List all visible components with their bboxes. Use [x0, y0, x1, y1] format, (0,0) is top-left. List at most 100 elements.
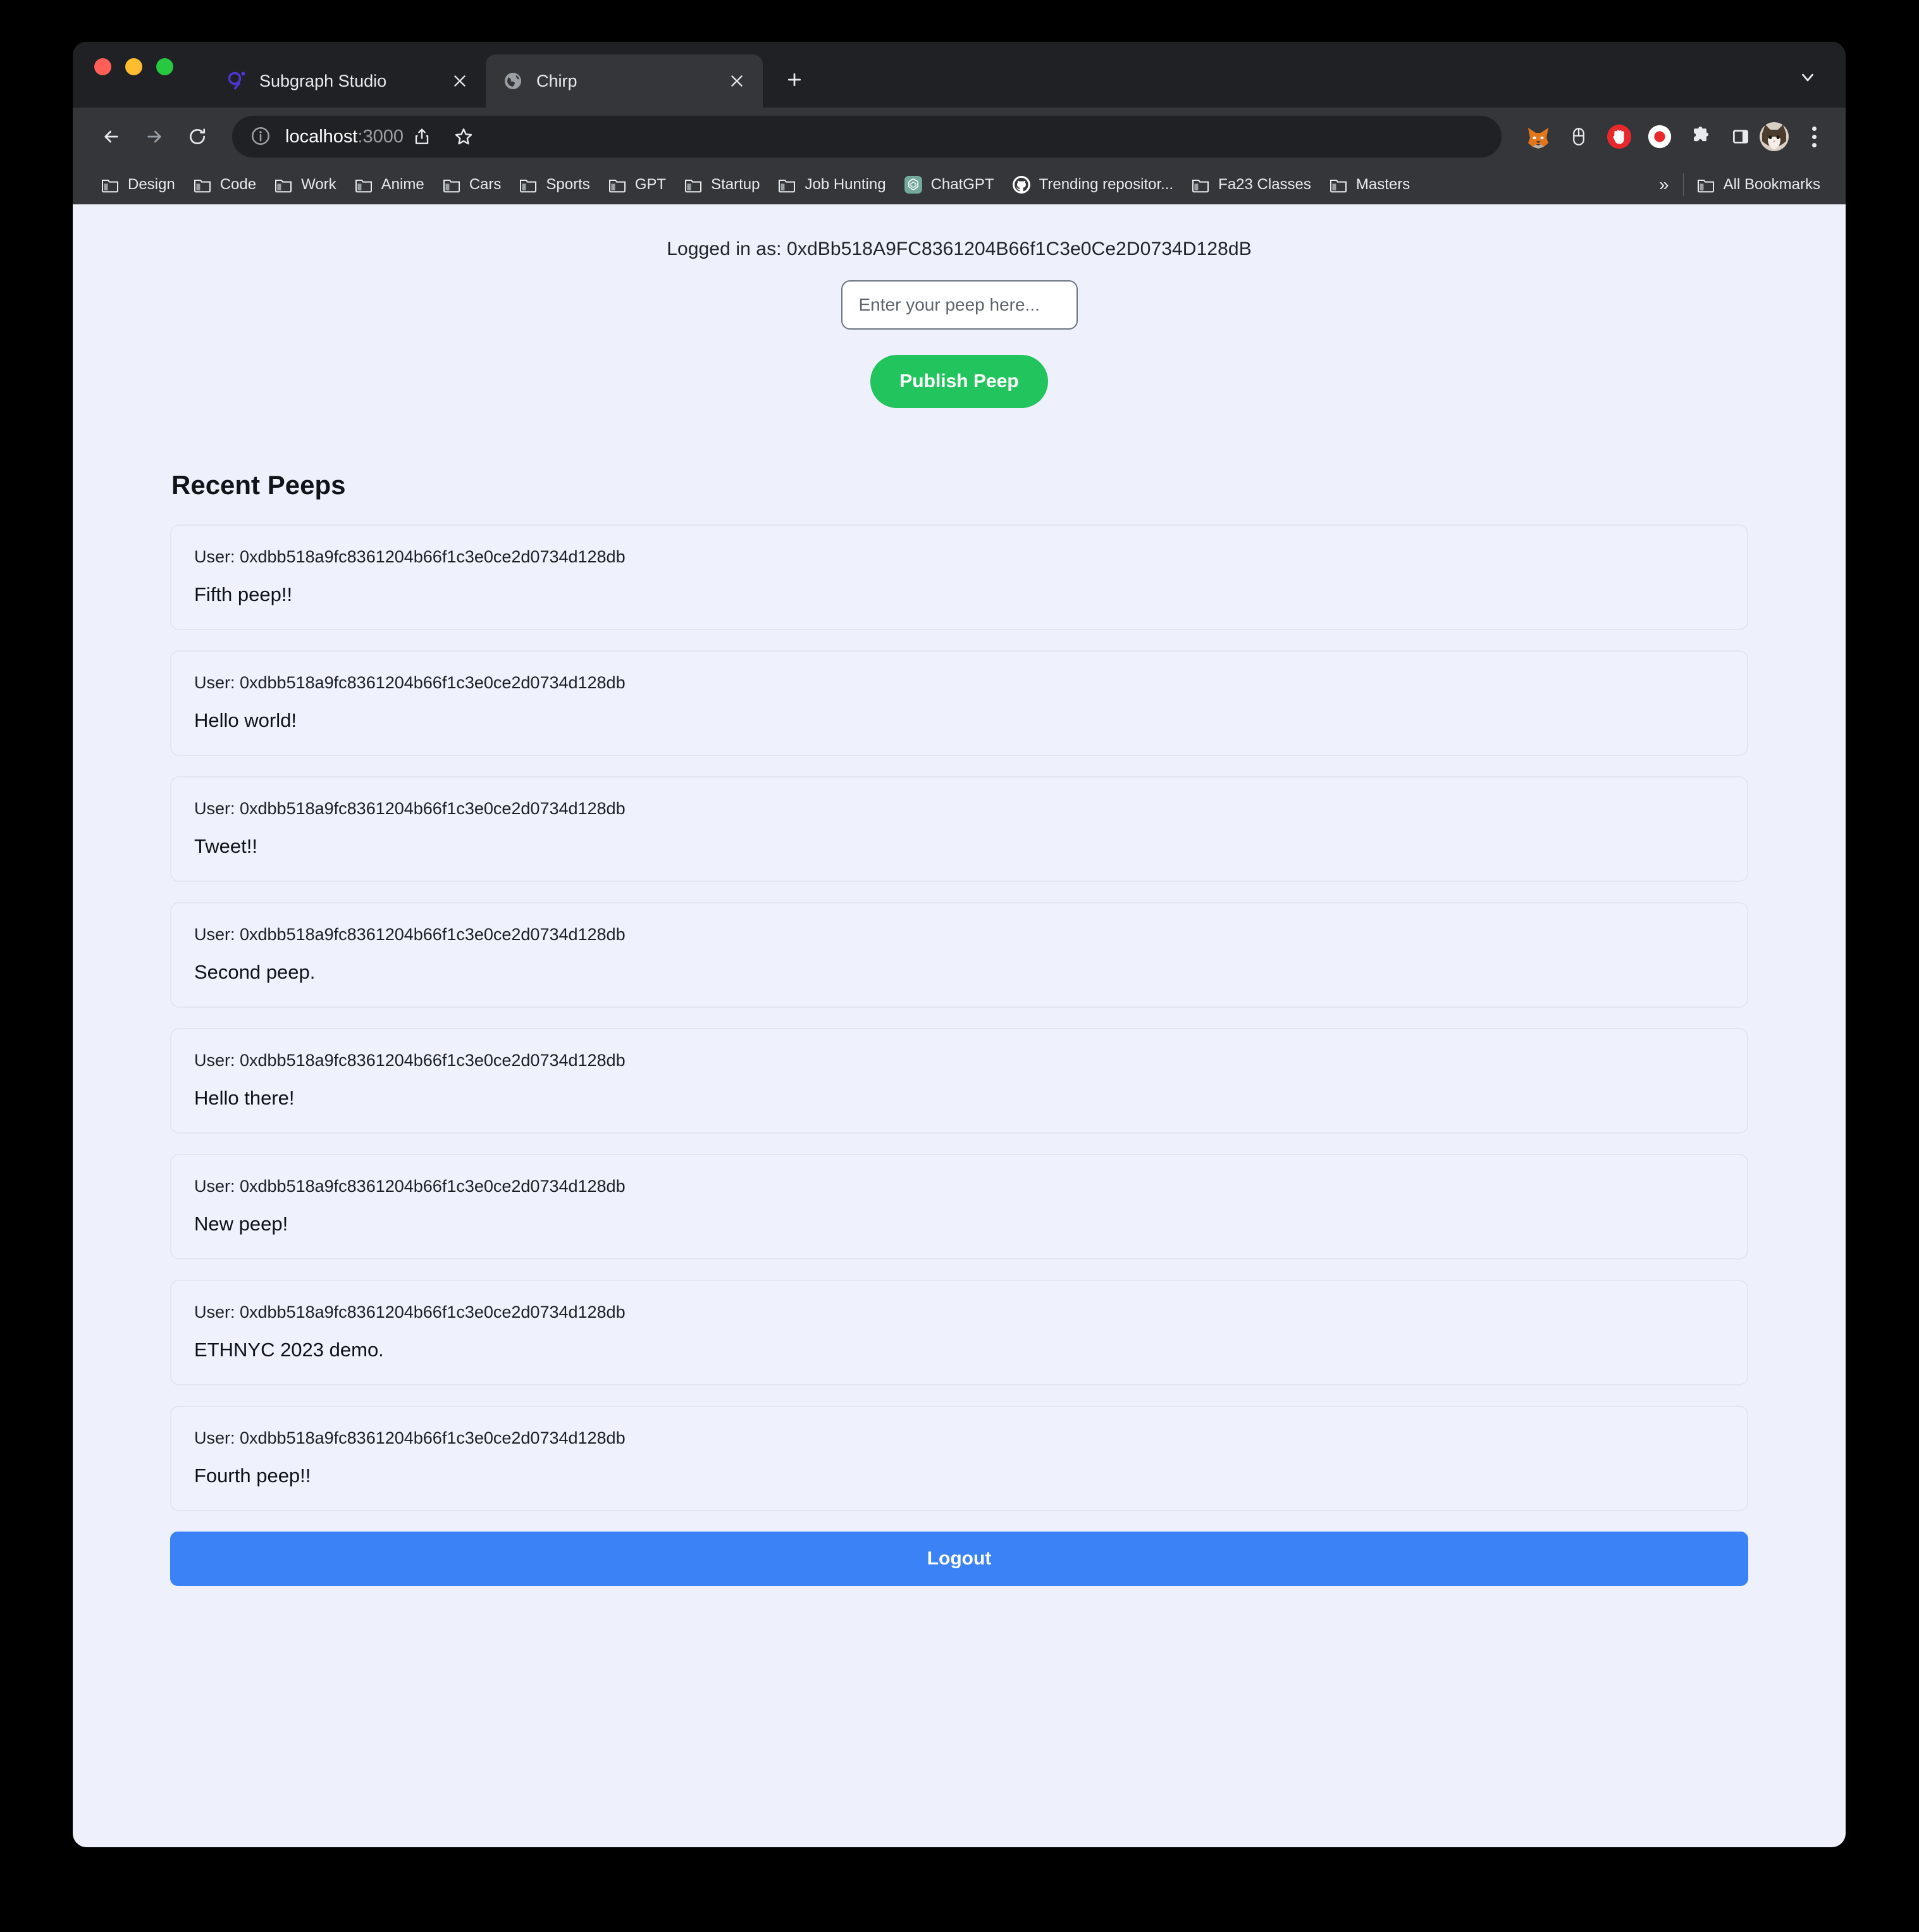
forward-button[interactable]: [135, 117, 174, 156]
bookmark-label: Sports: [546, 176, 590, 193]
back-button[interactable]: [92, 117, 131, 156]
folder-icon: [193, 175, 212, 194]
bookmark-label: GPT: [634, 176, 667, 193]
bookmark-work[interactable]: Work: [265, 170, 345, 199]
metamask-fox-icon[interactable]: [1523, 121, 1553, 152]
peep-user: User: 0xdbb518a9fc8361204b66f1c3e0ce2d07…: [194, 673, 626, 692]
bookmark-label: ChatGPT: [930, 176, 994, 193]
bookmark-label: Fa23 Classes: [1218, 176, 1311, 193]
tab-title: Subgraph Studio: [259, 71, 387, 90]
url-text: localhost:3000: [285, 127, 404, 147]
star-icon[interactable]: [445, 118, 482, 155]
bookmark-masters[interactable]: Masters: [1320, 170, 1419, 199]
peep-content: Hello there!: [194, 1087, 295, 1109]
close-icon[interactable]: [725, 69, 749, 93]
bookmark-job-hunting[interactable]: Job Hunting: [768, 170, 894, 199]
peep-card: User: 0xdbb518a9fc8361204b66f1c3e0ce2d07…: [170, 524, 1748, 630]
bookmark-design[interactable]: Design: [92, 170, 184, 199]
bookmark-label: Code: [219, 176, 257, 193]
logout-button[interactable]: Logout: [170, 1532, 1748, 1586]
logged-in-status: Logged in as: 0xdBb518A9FC8361204B66f1C3…: [667, 238, 1252, 259]
three-dot-menu-icon[interactable]: [1799, 121, 1829, 152]
adblock-hand-icon[interactable]: [1604, 121, 1634, 152]
graph-logo-icon: [225, 70, 247, 92]
close-window-button[interactable]: [94, 58, 111, 75]
record-dot-icon[interactable]: [1644, 121, 1675, 152]
peep-user: User: 0xdbb518a9fc8361204b66f1c3e0ce2d07…: [194, 925, 626, 944]
address-bar[interactable]: localhost:3000: [232, 116, 1502, 158]
folder-icon: [1329, 175, 1348, 194]
menu-dot: [1811, 142, 1817, 147]
window-controls: [94, 42, 173, 108]
peep-input[interactable]: [841, 280, 1078, 330]
menu-dot: [1811, 134, 1817, 139]
folder-icon: [519, 175, 538, 194]
omnibox-actions: [404, 118, 482, 155]
url-host: localhost: [285, 126, 358, 147]
peep-content: Fourth peep!!: [194, 1464, 311, 1487]
bookmark-chatgpt[interactable]: ChatGPT: [895, 170, 1003, 199]
bookmark-cars[interactable]: Cars: [433, 170, 510, 199]
side-panel-icon[interactable]: [1725, 121, 1756, 152]
folder-icon: [684, 175, 703, 194]
bookmark-fa23-classes[interactable]: Fa23 Classes: [1182, 170, 1320, 199]
reload-button[interactable]: [178, 117, 217, 156]
all-bookmarks-button[interactable]: All Bookmarks: [1688, 170, 1829, 199]
peep-user: User: 0xdbb518a9fc8361204b66f1c3e0ce2d07…: [194, 547, 626, 566]
bookmark-startup[interactable]: Startup: [675, 170, 768, 199]
share-icon[interactable]: [404, 118, 440, 155]
peep-card: User: 0xdbb518a9fc8361204b66f1c3e0ce2d07…: [170, 902, 1748, 1008]
peep-card: User: 0xdbb518a9fc8361204b66f1c3e0ce2d07…: [170, 650, 1748, 756]
bookmark-label: Cars: [469, 176, 502, 193]
chevron-down-icon[interactable]: [1791, 61, 1824, 94]
tab-subgraph-studio[interactable]: Subgraph Studio: [209, 54, 486, 108]
new-tab-button[interactable]: [777, 62, 812, 97]
close-icon[interactable]: [448, 69, 472, 93]
globe-icon: [502, 70, 524, 92]
folder-icon: [777, 175, 796, 194]
divider: [1682, 173, 1684, 196]
peep-card: User: 0xdbb518a9fc8361204b66f1c3e0ce2d07…: [170, 1154, 1748, 1260]
peep-card: User: 0xdbb518a9fc8361204b66f1c3e0ce2d07…: [170, 776, 1748, 882]
extension-icons: [1523, 121, 1756, 152]
bookmark-code[interactable]: Code: [184, 170, 265, 199]
folder-icon: [1191, 175, 1210, 194]
publish-peep-button[interactable]: Publish Peep: [870, 355, 1048, 408]
bookmark-gpt[interactable]: GPT: [599, 170, 675, 199]
browser-window: Subgraph Studio Chirp localhost:3000 Des…: [73, 42, 1846, 1847]
info-circle-icon[interactable]: [250, 125, 273, 148]
recent-peeps-section: Recent Peeps User: 0xdbb518a9fc8361204b6…: [170, 408, 1748, 1586]
mouse-icon[interactable]: [1564, 121, 1594, 152]
minimize-window-button[interactable]: [125, 58, 142, 75]
folder-icon: [1696, 175, 1715, 194]
bookmark-label: Job Hunting: [805, 176, 886, 193]
bookmarks-overflow-button[interactable]: »: [1650, 171, 1683, 199]
maximize-window-button[interactable]: [156, 58, 173, 75]
peep-user: User: 0xdbb518a9fc8361204b66f1c3e0ce2d07…: [194, 1303, 626, 1322]
peep-user: User: 0xdbb518a9fc8361204b66f1c3e0ce2d07…: [194, 1051, 626, 1070]
tab-title: Chirp: [536, 71, 577, 90]
github-icon: [1012, 175, 1031, 194]
browser-toolbar: localhost:3000: [73, 108, 1846, 166]
page-content: Logged in as: 0xdBb518A9FC8361204B66f1C3…: [73, 204, 1846, 1586]
peep-card: User: 0xdbb518a9fc8361204b66f1c3e0ce2d07…: [170, 1280, 1748, 1385]
peep-user: User: 0xdbb518a9fc8361204b66f1c3e0ce2d07…: [194, 1428, 626, 1447]
bookmark-sports[interactable]: Sports: [510, 170, 598, 199]
folder-icon: [354, 175, 373, 194]
folder-icon: [442, 175, 461, 194]
puzzle-piece-icon[interactable]: [1685, 121, 1715, 152]
bookmark-label: Work: [301, 176, 336, 193]
bookmark-label: Design: [128, 176, 175, 193]
bookmark-anime[interactable]: Anime: [345, 170, 433, 199]
peep-card: User: 0xdbb518a9fc8361204b66f1c3e0ce2d07…: [170, 1028, 1748, 1134]
peep-content: Hello world!: [194, 709, 297, 731]
avatar[interactable]: [1760, 122, 1789, 151]
folder-icon: [101, 175, 120, 194]
peep-content: Tweet!!: [194, 835, 257, 857]
page-title: Recent Peeps: [171, 470, 346, 500]
peep-card: User: 0xdbb518a9fc8361204b66f1c3e0ce2d07…: [170, 1406, 1748, 1511]
bookmark-trending-repositories[interactable]: Trending repositor...: [1003, 170, 1183, 199]
tab-chirp[interactable]: Chirp: [486, 54, 763, 108]
peep-content: New peep!: [194, 1213, 288, 1235]
bookmark-label: Startup: [711, 176, 760, 193]
